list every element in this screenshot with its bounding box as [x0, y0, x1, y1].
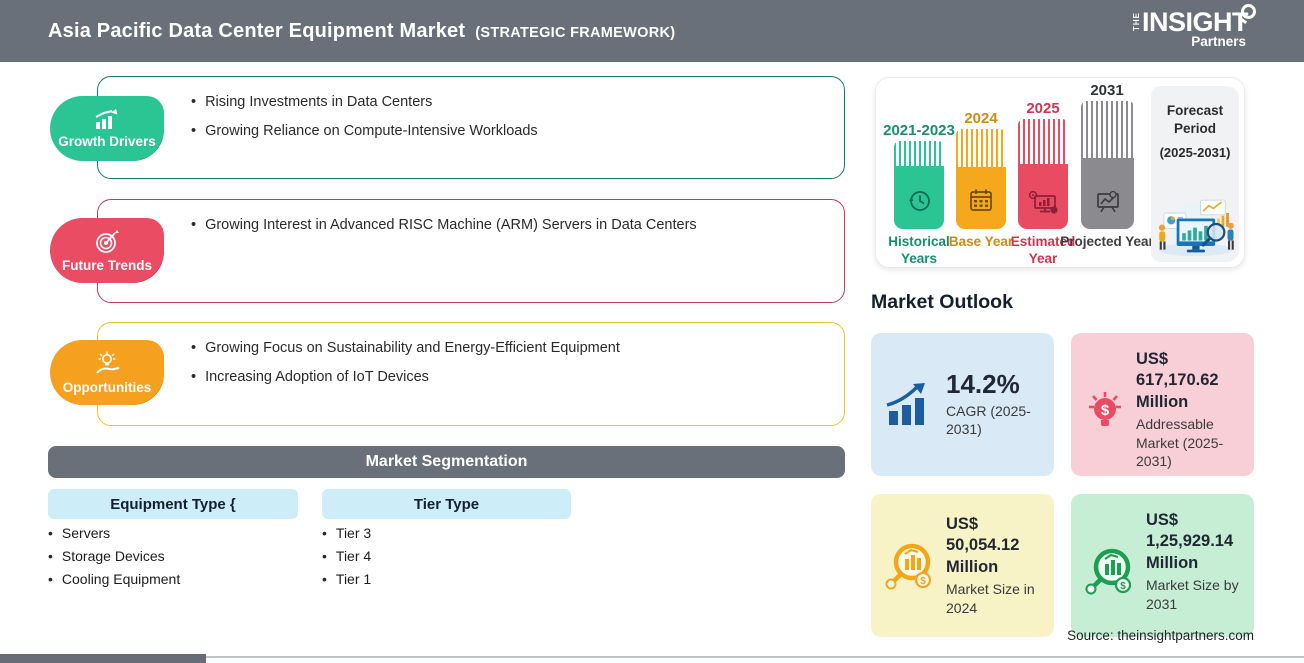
- bar-caption-projected: Projected Year: [1060, 234, 1154, 249]
- badge-label: Future Trends: [61, 257, 152, 273]
- svg-text:$: $: [1101, 402, 1110, 419]
- growth-drivers-badge: Growth Drivers: [50, 96, 164, 161]
- section-opportunities: • Growing Focus on Sustainability and Ene…: [97, 322, 845, 426]
- magnifier-chart-icon: $: [1085, 548, 1132, 595]
- presentation-chart-icon: [1096, 190, 1119, 213]
- bulb-dollar-icon: $: [1089, 392, 1121, 426]
- growth-drivers-bullets: • Rising Investments in Data Centers • Gro…: [191, 94, 538, 152]
- analytics-illustration: [1158, 199, 1234, 257]
- future-trends-badge: Future Trends: [50, 218, 164, 283]
- bullet-item: • Increasing Adoption of IoT Devices: [191, 369, 429, 385]
- addressable-market-value: US$ 617,170.62 Million: [1136, 350, 1219, 411]
- cagr-card: 14.2% CAGR (2025-2031): [871, 333, 1054, 476]
- market-size-2024-caption: Market Size in 2024: [946, 581, 1035, 616]
- future-trends-bullets: • Growing Interest in Advanced RISC Machi…: [191, 217, 697, 246]
- page-subtitle: (STRATEGIC FRAMEWORK): [475, 24, 676, 41]
- bar-chart-growth-icon: [95, 108, 118, 129]
- equipment-type-list: • Servers • Storage Devices • Cooling Equip…: [48, 525, 180, 594]
- list-item: • Cooling Equipment: [48, 571, 181, 587]
- segment-column-tier-type: Tier Type: [322, 489, 571, 519]
- logo-the-text: The: [1131, 11, 1141, 31]
- header-title-wrap: Asia Pacific Data Center Equipment Marke…: [48, 20, 675, 43]
- page-title: Asia Pacific Data Center Equipment Marke…: [48, 19, 466, 42]
- list-item: • Servers: [48, 525, 111, 541]
- timeline-bar-historical: [894, 141, 944, 229]
- section-future-trends: • Growing Interest in Advanced RISC Machi…: [97, 199, 845, 303]
- list-item: • Tier 4: [322, 548, 372, 564]
- market-size-2031-caption: Market Size by 2031: [1146, 577, 1239, 612]
- forecast-timeline-card: 2021-2023 2024 2025 2031 Historical Year…: [875, 77, 1245, 268]
- magnifier-chart-icon: $: [885, 543, 932, 589]
- history-clock-icon: [909, 191, 930, 211]
- section-growth-drivers: • Rising Investments in Data Centers • Gro…: [97, 76, 845, 179]
- timeline-bar-projected: [1081, 101, 1134, 229]
- segment-column-equipment-type: Equipment Type {: [48, 489, 298, 519]
- magnifier-icon: [1241, 4, 1256, 19]
- cagr-caption: CAGR (2025-2031): [946, 402, 1031, 438]
- svg-text:$: $: [920, 576, 926, 587]
- logo-insight-text: INSIGHT: [1141, 7, 1249, 37]
- year-label-projected: 2031: [1090, 82, 1124, 99]
- bullet-item: • Growing Interest in Advanced RISC Machi…: [191, 217, 697, 233]
- bullet-item: • Growing Focus on Sustainability and Ene…: [191, 340, 620, 356]
- forecast-period-panel: Forecast Period (2025-2031): [1151, 86, 1239, 262]
- market-size-2024-value: US$ 50,054.12 Million: [946, 514, 1020, 576]
- market-size-2031-value: US$ 1,25,929.14 Million: [1146, 511, 1234, 572]
- list-item: • Tier 3: [322, 525, 372, 541]
- badge-label: Opportunities: [62, 379, 152, 395]
- bar-chart-arrow-icon: [886, 382, 925, 425]
- header-bar: Asia Pacific Data Center Equipment Marke…: [0, 0, 1304, 62]
- badge-label: Growth Drivers: [58, 133, 156, 149]
- idea-hand-icon: [96, 351, 120, 374]
- market-segmentation-header: Market Segmentation: [48, 446, 845, 478]
- timeline-bar-estimated: [1018, 119, 1068, 229]
- calendar-icon: [970, 189, 992, 211]
- tier-type-list: • Tier 3 • Tier 4 • Tier 1: [322, 525, 371, 594]
- addressable-market-caption: Addressable Market (2025-2031): [1136, 416, 1224, 470]
- monitor-gear-icon: [1028, 190, 1058, 214]
- next-section-header-edge: [0, 654, 206, 663]
- cagr-value: 14.2%: [946, 369, 1020, 400]
- bullet-item: • Rising Investments in Data Centers: [191, 94, 433, 110]
- market-outlook-title: Market Outlook: [871, 291, 1013, 313]
- target-icon: [96, 229, 119, 253]
- forecast-period-label: Forecast Period: [1166, 103, 1224, 136]
- insight-partners-logo: The INSIGHT Partners: [1088, 4, 1256, 49]
- list-item: • Tier 1: [322, 571, 372, 587]
- timeline-bar-base: [956, 129, 1006, 229]
- opportunities-badge: Opportunities: [50, 340, 164, 405]
- list-item: • Storage Devices: [48, 548, 165, 564]
- svg-text:$: $: [1120, 581, 1126, 592]
- addressable-market-card: $ US$ 617,170.62 Million Addressable Mar…: [1071, 333, 1254, 476]
- market-size-2031-card: $ US$ 1,25,929.14 Million Market Size by…: [1071, 494, 1254, 637]
- market-size-2024-card: $ US$ 50,054.12 Million Market Size in 2…: [871, 494, 1054, 637]
- source-attribution: Source: theinsightpartners.com: [1067, 628, 1254, 643]
- opportunities-bullets: • Growing Focus on Sustainability and Ene…: [191, 340, 620, 398]
- bullet-item: • Growing Reliance on Compute-Intensive W…: [191, 123, 538, 139]
- infographic-page: Asia Pacific Data Center Equipment Marke…: [0, 0, 1304, 663]
- forecast-period-range: (2025-2031): [1159, 145, 1231, 161]
